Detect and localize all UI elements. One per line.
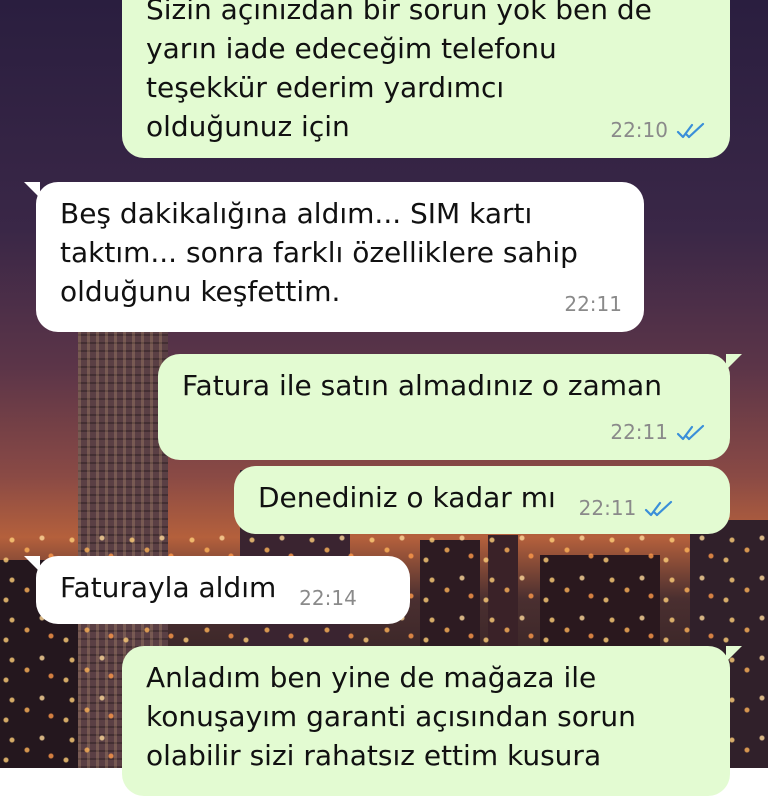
message-text: Anladım ben yine de mağaza ile konuşayım… bbox=[146, 661, 636, 772]
message-text: Beş dakikalığına aldım... SIM kartı takt… bbox=[60, 197, 578, 308]
message-time: 22:11 bbox=[610, 420, 668, 444]
message-text: Fatura ile satın almadınız o zaman bbox=[182, 369, 662, 402]
incoming-message[interactable]: Faturayla aldım 22:14 bbox=[24, 556, 410, 624]
message-meta: 22:14 bbox=[299, 579, 357, 618]
outgoing-message[interactable]: Sizin açınızdan bir sorun yok ben de yar… bbox=[122, 0, 730, 158]
message-text: Faturayla aldım bbox=[60, 571, 277, 604]
outgoing-message[interactable]: Fatura ile satın almadınız o zaman 22:11 bbox=[158, 354, 742, 460]
message-meta: 22:11 bbox=[564, 285, 622, 324]
message-meta: 22:11 bbox=[610, 413, 708, 452]
message-time: 22:10 bbox=[610, 118, 668, 142]
message-text: Denediniz o kadar mı bbox=[258, 481, 556, 514]
message-meta: 22:10 bbox=[610, 111, 708, 150]
message-time: 22:11 bbox=[578, 496, 637, 520]
double-check-read-icon bbox=[676, 122, 705, 138]
message-time: 22:14 bbox=[299, 586, 357, 610]
message-meta: 22:11 bbox=[579, 489, 677, 528]
outgoing-message[interactable]: Denediniz o kadar mı 22:11 bbox=[234, 466, 730, 534]
incoming-message[interactable]: Beş dakikalığına aldım... SIM kartı takt… bbox=[24, 182, 644, 332]
double-check-read-icon bbox=[676, 424, 705, 440]
double-check-read-icon bbox=[645, 500, 673, 516]
message-time: 22:11 bbox=[564, 292, 622, 316]
outgoing-message[interactable]: Anladım ben yine de mağaza ile konuşayım… bbox=[122, 646, 742, 796]
